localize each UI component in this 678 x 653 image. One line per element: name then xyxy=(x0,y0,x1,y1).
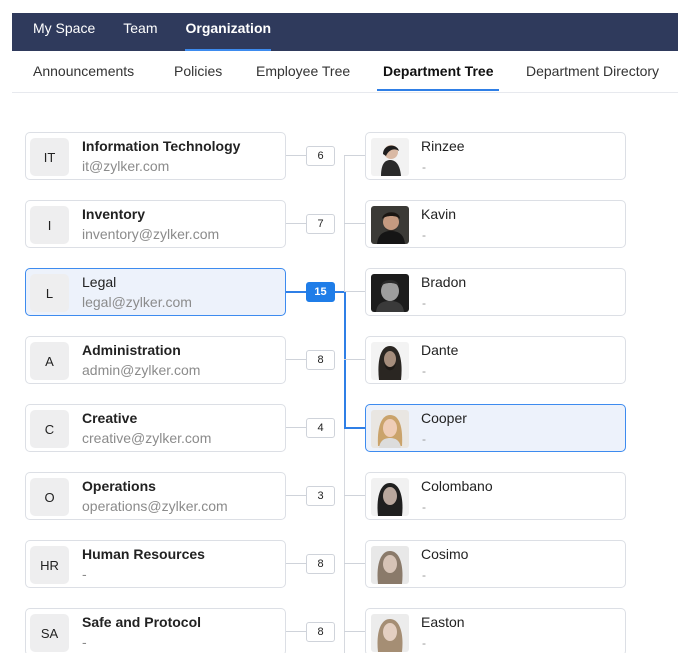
department-email: operations@zylker.com xyxy=(82,498,228,514)
department-card[interactable]: O Operations operations@zylker.com xyxy=(25,472,286,520)
department-code: HR xyxy=(30,546,69,584)
department-name: Operations xyxy=(82,478,156,494)
department-email: admin@zylker.com xyxy=(82,362,201,378)
member-count-badge-active[interactable]: 15 xyxy=(306,282,335,302)
connector-line xyxy=(286,427,306,428)
member-name: Cooper xyxy=(421,410,467,426)
member-count-badge[interactable]: 6 xyxy=(306,146,335,166)
member-card[interactable]: Rinzee - xyxy=(365,132,626,180)
connector-line xyxy=(286,563,306,564)
department-email: - xyxy=(82,566,87,582)
department-email: legal@zylker.com xyxy=(82,294,192,310)
department-card[interactable]: A Administration admin@zylker.com xyxy=(25,336,286,384)
member-card[interactable]: Colombano - xyxy=(365,472,626,520)
member-count-badge[interactable]: 8 xyxy=(306,554,335,574)
member-connector-line xyxy=(344,631,365,632)
department-name: Legal xyxy=(82,274,117,290)
member-count-badge[interactable]: 7 xyxy=(306,214,335,234)
connector-line xyxy=(286,223,306,224)
avatar xyxy=(371,614,409,652)
member-designation: - xyxy=(422,568,426,582)
connector-line xyxy=(286,359,306,360)
avatar xyxy=(371,478,409,516)
department-name: Inventory xyxy=(82,206,146,222)
department-name: Information Technology xyxy=(82,138,241,154)
avatar xyxy=(371,274,409,312)
member-designation: - xyxy=(422,500,426,514)
member-name: Dante xyxy=(421,342,459,358)
avatar xyxy=(371,410,409,448)
member-designation: - xyxy=(422,432,426,446)
department-code: C xyxy=(30,410,69,448)
member-designation: - xyxy=(422,160,426,174)
member-count-badge[interactable]: 8 xyxy=(306,622,335,642)
member-name: Easton xyxy=(421,614,465,630)
department-email: it@zylker.com xyxy=(82,158,170,174)
member-card[interactable]: Dante - xyxy=(365,336,626,384)
member-card[interactable]: Easton - xyxy=(365,608,626,653)
avatar xyxy=(371,206,409,244)
member-connector-line xyxy=(344,223,365,224)
member-designation: - xyxy=(422,228,426,242)
member-connector-line xyxy=(344,495,365,496)
department-card-selected[interactable]: L Legal legal@zylker.com xyxy=(25,268,286,316)
department-name: Administration xyxy=(82,342,181,358)
department-code: L xyxy=(30,274,69,312)
member-count-badge[interactable]: 8 xyxy=(306,350,335,370)
department-code: IT xyxy=(30,138,69,176)
member-connector-line xyxy=(344,155,365,156)
member-card[interactable]: Bradon - xyxy=(365,268,626,316)
member-card-selected[interactable]: Cooper - xyxy=(365,404,626,452)
department-card[interactable]: IT Information Technology it@zylker.com xyxy=(25,132,286,180)
department-code: SA xyxy=(30,614,69,652)
member-name: Rinzee xyxy=(421,138,465,154)
avatar xyxy=(371,342,409,380)
department-email: - xyxy=(82,634,87,650)
member-card[interactable]: Kavin - xyxy=(365,200,626,248)
connector-line-active xyxy=(286,291,306,293)
department-name: Human Resources xyxy=(82,546,205,562)
department-card[interactable]: C Creative creative@zylker.com xyxy=(25,404,286,452)
member-connector-line xyxy=(344,359,365,360)
member-count-badge[interactable]: 4 xyxy=(306,418,335,438)
department-email: creative@zylker.com xyxy=(82,430,212,446)
member-card[interactable]: Cosimo - xyxy=(365,540,626,588)
avatar xyxy=(371,138,409,176)
department-name: Safe and Protocol xyxy=(82,614,202,630)
department-card[interactable]: I Inventory inventory@zylker.com xyxy=(25,200,286,248)
member-name: Cosimo xyxy=(421,546,469,562)
member-name: Bradon xyxy=(421,274,467,290)
department-code: I xyxy=(30,206,69,244)
department-card[interactable]: HR Human Resources - xyxy=(25,540,286,588)
active-path-line xyxy=(344,427,365,429)
department-code: O xyxy=(30,478,69,516)
member-designation: - xyxy=(422,636,426,650)
connector-line xyxy=(286,631,306,632)
department-code: A xyxy=(30,342,69,380)
department-tree: IT Information Technology it@zylker.com … xyxy=(0,0,678,653)
member-name: Kavin xyxy=(421,206,457,222)
connector-line xyxy=(286,495,306,496)
connector-line xyxy=(286,155,306,156)
member-name: Colombano xyxy=(421,478,493,494)
department-card[interactable]: SA Safe and Protocol - xyxy=(25,608,286,653)
avatar xyxy=(371,546,409,584)
member-designation: - xyxy=(422,364,426,378)
member-connector-line xyxy=(344,291,365,292)
member-connector-line xyxy=(344,563,365,564)
member-count-badge[interactable]: 3 xyxy=(306,486,335,506)
member-designation: - xyxy=(422,296,426,310)
department-email: inventory@zylker.com xyxy=(82,226,220,242)
department-name: Creative xyxy=(82,410,138,426)
